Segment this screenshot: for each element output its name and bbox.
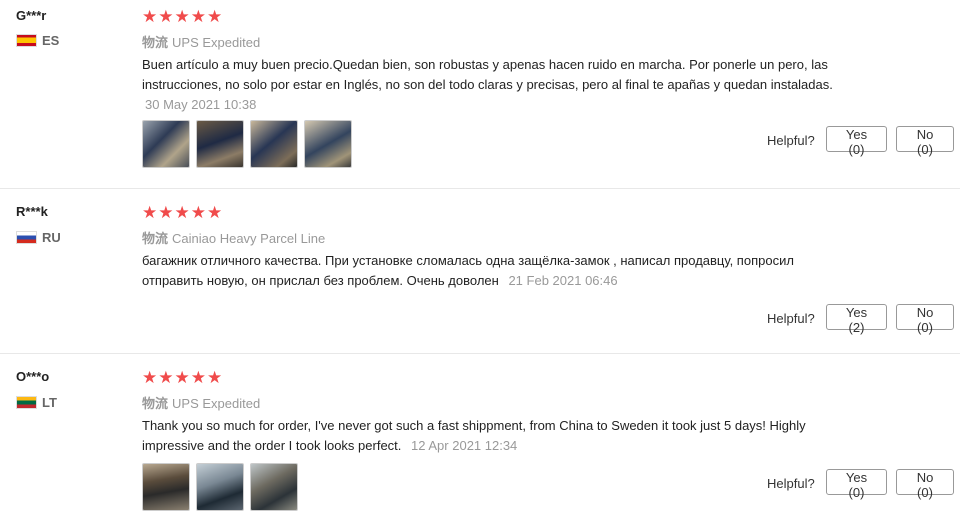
review-divider: [0, 188, 960, 189]
shipping-method: 物流 Cainiao Heavy Parcel Line: [142, 228, 325, 247]
reviewer-name: G***r: [16, 8, 47, 23]
review-divider: [0, 353, 960, 354]
helpful-yes-button[interactable]: Yes (0): [826, 126, 887, 157]
helpful-yes-button[interactable]: Yes (0): [826, 469, 887, 500]
country-code: RU: [42, 230, 61, 245]
review-text: багажник отличного качества. При установ…: [142, 251, 832, 291]
helpful-no-button[interactable]: No (0): [896, 469, 954, 500]
helpful-label: Helpful?: [767, 476, 815, 491]
review-photo[interactable]: [304, 120, 352, 168]
country-code: ES: [42, 33, 60, 48]
reviewer-country: ES: [16, 33, 59, 48]
helpful-yes-button[interactable]: Yes (2): [826, 304, 887, 335]
reviewer-country: RU: [16, 230, 61, 245]
reviewer-name: R***k: [16, 204, 48, 219]
shipping-value: Cainiao Heavy Parcel Line: [172, 231, 326, 246]
review-body: багажник отличного качества. При установ…: [142, 253, 794, 288]
review-photo[interactable]: [250, 463, 298, 511]
shipping-label: 物流: [142, 231, 169, 246]
russia-flag-icon: [16, 231, 37, 244]
shipping-label: 物流: [142, 396, 169, 411]
review-date: 12 Apr 2021 12:34: [411, 438, 518, 453]
review-photo[interactable]: [142, 120, 190, 168]
helpful-no-button[interactable]: No (0): [896, 304, 954, 335]
helpful-label: Helpful?: [767, 133, 815, 148]
star-rating: ★★★★★: [142, 7, 224, 26]
review-body: Buen artículo a muy buen precio.Quedan b…: [142, 57, 833, 92]
review-text: Thank you so much for order, I've never …: [142, 416, 847, 456]
review-date: 30 May 2021 10:38: [145, 97, 257, 112]
reviewer-country: LT: [16, 395, 57, 410]
review-photos: [142, 120, 352, 168]
review-photo[interactable]: [142, 463, 190, 511]
review-photo[interactable]: [196, 120, 244, 168]
spain-flag-icon: [16, 34, 37, 47]
reviewer-name: O***o: [16, 369, 50, 384]
review-date: 21 Feb 2021 06:46: [508, 273, 618, 288]
review-text: Buen artículo a muy buen precio.Quedan b…: [142, 55, 862, 115]
review-photos: [142, 463, 298, 511]
star-rating: ★★★★★: [142, 368, 224, 387]
helpful-no-button[interactable]: No (0): [896, 126, 954, 157]
helpful-label: Helpful?: [767, 311, 815, 326]
country-code: LT: [42, 395, 57, 410]
lithuania-flag-icon: [16, 396, 37, 409]
shipping-value: UPS Expedited: [172, 35, 261, 50]
shipping-value: UPS Expedited: [172, 396, 261, 411]
star-rating: ★★★★★: [142, 203, 224, 222]
review-photo[interactable]: [196, 463, 244, 511]
review-photo[interactable]: [250, 120, 298, 168]
shipping-label: 物流: [142, 35, 169, 50]
shipping-method: 物流 UPS Expedited: [142, 32, 260, 51]
shipping-method: 物流 UPS Expedited: [142, 393, 260, 412]
